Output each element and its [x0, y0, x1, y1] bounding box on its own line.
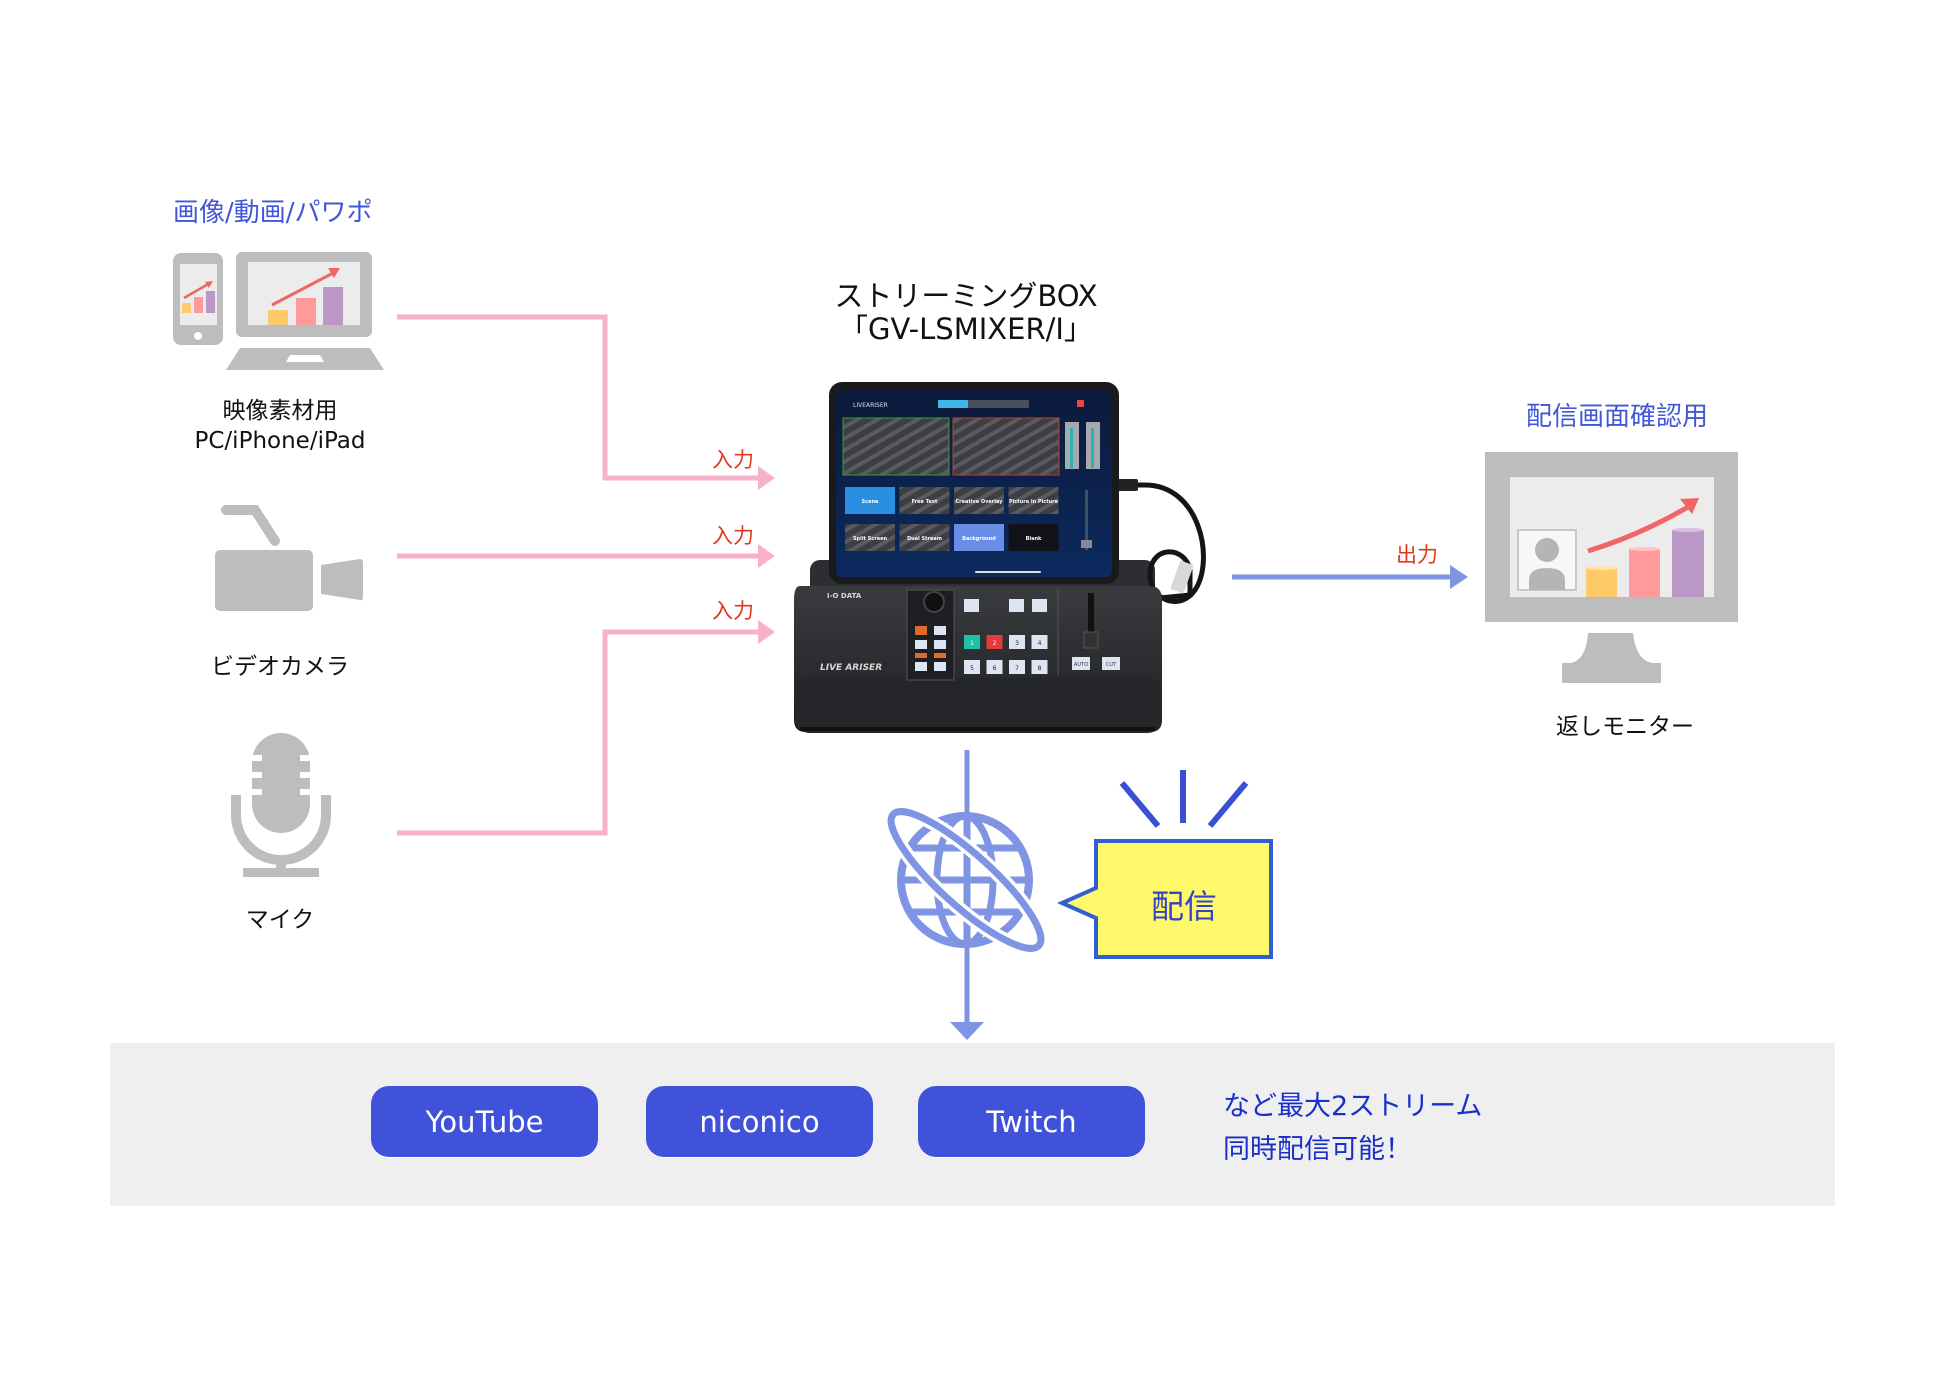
output-label: 出力	[1396, 543, 1438, 567]
desktop-pc-icon	[226, 252, 384, 370]
console-scene-button-label: 7	[1015, 665, 1019, 672]
scene-tile-label: Dual Stream	[907, 536, 942, 542]
monitor-heading: 配信画面確認用	[1526, 402, 1709, 432]
input-line-mic	[397, 620, 775, 836]
input-label-mic: 入力	[712, 599, 754, 623]
console-scene-button-label: 5	[970, 665, 974, 672]
scene-tile-label: Free Text	[912, 499, 938, 505]
pc-label: 映像素材用 PC/iPhone/iPad	[180, 396, 380, 456]
platform-button-youtube[interactable]: YouTube	[371, 1086, 598, 1157]
input-label-camera: 入力	[712, 524, 754, 548]
device-title: ストリーミングBOX 「GV-LSMIXER/I」	[826, 280, 1106, 346]
scene-tile-label: Blank	[1026, 536, 1042, 542]
multistream-note-line2: 同時配信可能！	[1223, 1134, 1412, 1165]
scene-tile-label: Background	[962, 536, 996, 542]
cut-button-label: CUT	[1106, 662, 1117, 668]
video-camera-icon	[215, 505, 363, 611]
broadcast-burst-icon	[1119, 770, 1249, 828]
globe-icon	[884, 804, 1048, 956]
scene-tile-label: Split Screen	[853, 536, 888, 542]
console-scene-button-label: 1	[970, 640, 974, 647]
mic-label: マイク	[245, 907, 315, 933]
pc-label-line1: 映像素材用	[222, 398, 338, 424]
camera-label: ビデオカメラ	[211, 654, 349, 680]
monitor-label: 返しモニター	[1556, 714, 1694, 740]
scene-tile-label: Scene	[862, 499, 880, 505]
product-name: LIVE ARISER	[820, 663, 882, 673]
input-label-pc: 入力	[712, 448, 754, 472]
scene-tile-label: Picture in Picture	[1009, 499, 1059, 505]
console-scene-button-label: 2	[993, 640, 997, 647]
device-title-line2: 「GV-LSMIXER/I」	[839, 312, 1093, 346]
smartphone-icon	[173, 253, 223, 345]
console-scene-button-label: 3	[1015, 640, 1019, 647]
brand-logo: I-O DATA	[827, 592, 862, 600]
app-title: LIVEARISER	[853, 402, 888, 409]
microphone-icon	[231, 733, 331, 877]
multistream-note: など最大2ストリーム 同時配信可能！	[1223, 1085, 1482, 1171]
console-scene-button-label: 6	[993, 665, 997, 672]
broadcast-callout-label: 配信	[1151, 887, 1217, 926]
streaming-box-device: LIVEARISER Scene Free Text Creative Overla…	[794, 382, 1206, 733]
console-scene-button-label: 8	[1038, 665, 1042, 672]
auto-button-label: AUTO	[1074, 662, 1088, 668]
scene-tile-label: Creative Overlay	[956, 499, 1004, 505]
console-scene-button-label: 4	[1038, 640, 1042, 647]
platform-button-twitch[interactable]: Twitch	[918, 1086, 1145, 1157]
device-title-line1: ストリーミングBOX	[834, 279, 1098, 313]
platform-button-niconico[interactable]: niconico	[646, 1086, 873, 1157]
pc-label-line2: PC/iPhone/iPad	[194, 428, 366, 454]
media-heading: 画像/動画/パワポ	[173, 198, 373, 228]
return-monitor-icon	[1485, 452, 1738, 683]
multistream-note-line1: など最大2ストリーム	[1223, 1091, 1483, 1122]
